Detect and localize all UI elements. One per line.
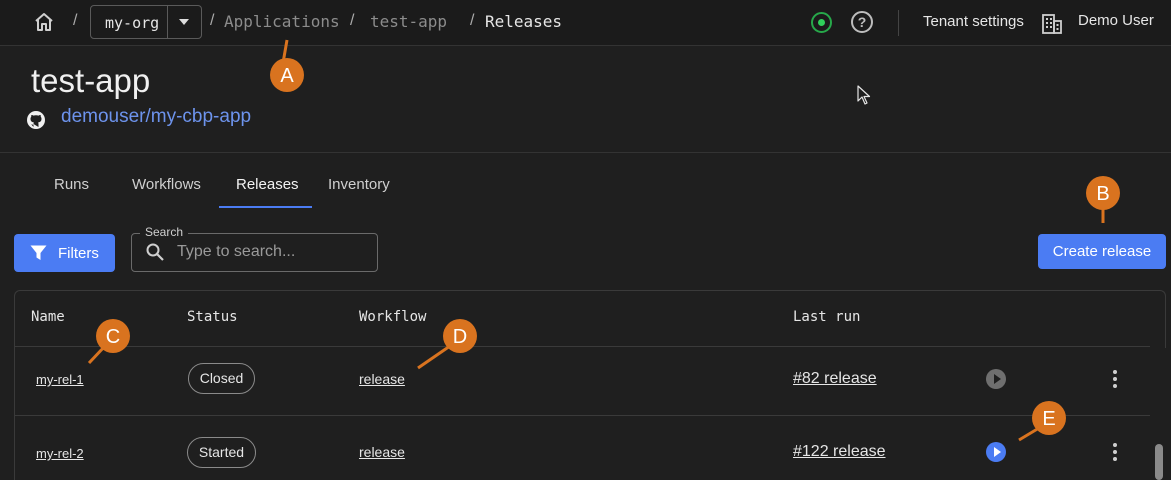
breadcrumb-applications[interactable]: Applications [224,12,340,31]
filters-button-label: Filters [58,245,99,262]
workflow-link[interactable]: release [359,371,405,387]
org-select-divider [167,6,168,38]
topbar-divider [898,10,899,36]
callout-marker: E [1018,400,1067,442]
column-header-status[interactable]: Status [187,309,238,325]
breadcrumb-separator: / [73,12,78,29]
search-input[interactable] [177,241,367,263]
breadcrumb-releases: Releases [485,12,563,31]
filters-button[interactable]: Filters [14,234,115,272]
release-name-link[interactable]: my-rel-1 [36,372,84,387]
github-icon [27,111,45,129]
more-options-icon[interactable] [1110,370,1120,388]
table-header-divider [15,346,1150,347]
callout-marker: A [269,39,305,93]
org-select-value: my-org [105,14,160,32]
home-icon[interactable] [33,11,55,33]
connection-status-icon [811,12,832,33]
callout-label: A [280,65,294,87]
callout-marker: C [87,318,131,365]
play-icon[interactable] [986,369,1006,389]
repository-link[interactable]: demouser/my-cbp-app [61,106,251,128]
column-header-workflow[interactable]: Workflow [359,309,426,325]
release-name-link[interactable]: my-rel-2 [36,446,84,461]
filter-icon [30,245,47,260]
workflow-link[interactable]: release [359,444,405,460]
last-run-link[interactable]: #122 release [793,443,886,461]
user-menu[interactable]: Demo User [1078,12,1154,29]
active-tab-indicator [219,206,312,208]
play-icon[interactable] [986,442,1006,462]
top-bar: / my-org / Applications / test-app / Rel… [0,0,1171,46]
create-release-button[interactable]: Create release [1038,234,1166,269]
status-badge: Started [187,437,256,468]
search-icon [146,243,164,261]
breadcrumb-separator: / [350,12,355,29]
mouse-cursor-icon [857,85,871,105]
org-select[interactable]: my-org [90,5,202,39]
page-title: test-app [31,62,151,99]
header-divider [0,152,1171,153]
chevron-down-icon[interactable] [179,19,189,25]
tab-workflows[interactable]: Workflows [132,176,201,193]
tenant-settings-link[interactable]: Tenant settings [923,13,1024,30]
search-label: Search [140,225,189,239]
building-icon[interactable] [1042,12,1062,34]
last-run-link[interactable]: #82 release [793,370,877,388]
callout-label: C [105,326,121,348]
callout-marker: B [1085,175,1121,223]
table-row-divider [15,415,1150,416]
breadcrumb-separator: / [210,12,215,29]
callout-label: E [1042,408,1056,430]
column-header-last-run[interactable]: Last run [793,309,860,325]
column-header-name[interactable]: Name [31,309,65,325]
tab-inventory[interactable]: Inventory [328,176,390,193]
tab-releases[interactable]: Releases [236,176,299,193]
callout-label: B [1096,183,1110,205]
breadcrumb-separator: / [470,12,475,29]
help-icon[interactable]: ? [851,11,873,33]
scrollbar-thumb[interactable] [1155,444,1163,480]
status-badge: Closed [188,363,255,394]
breadcrumb-test-app[interactable]: test-app [370,12,447,31]
callout-label: D [452,326,468,348]
more-options-icon[interactable] [1110,443,1120,461]
callout-marker: D [417,318,478,370]
tab-runs[interactable]: Runs [54,176,89,193]
